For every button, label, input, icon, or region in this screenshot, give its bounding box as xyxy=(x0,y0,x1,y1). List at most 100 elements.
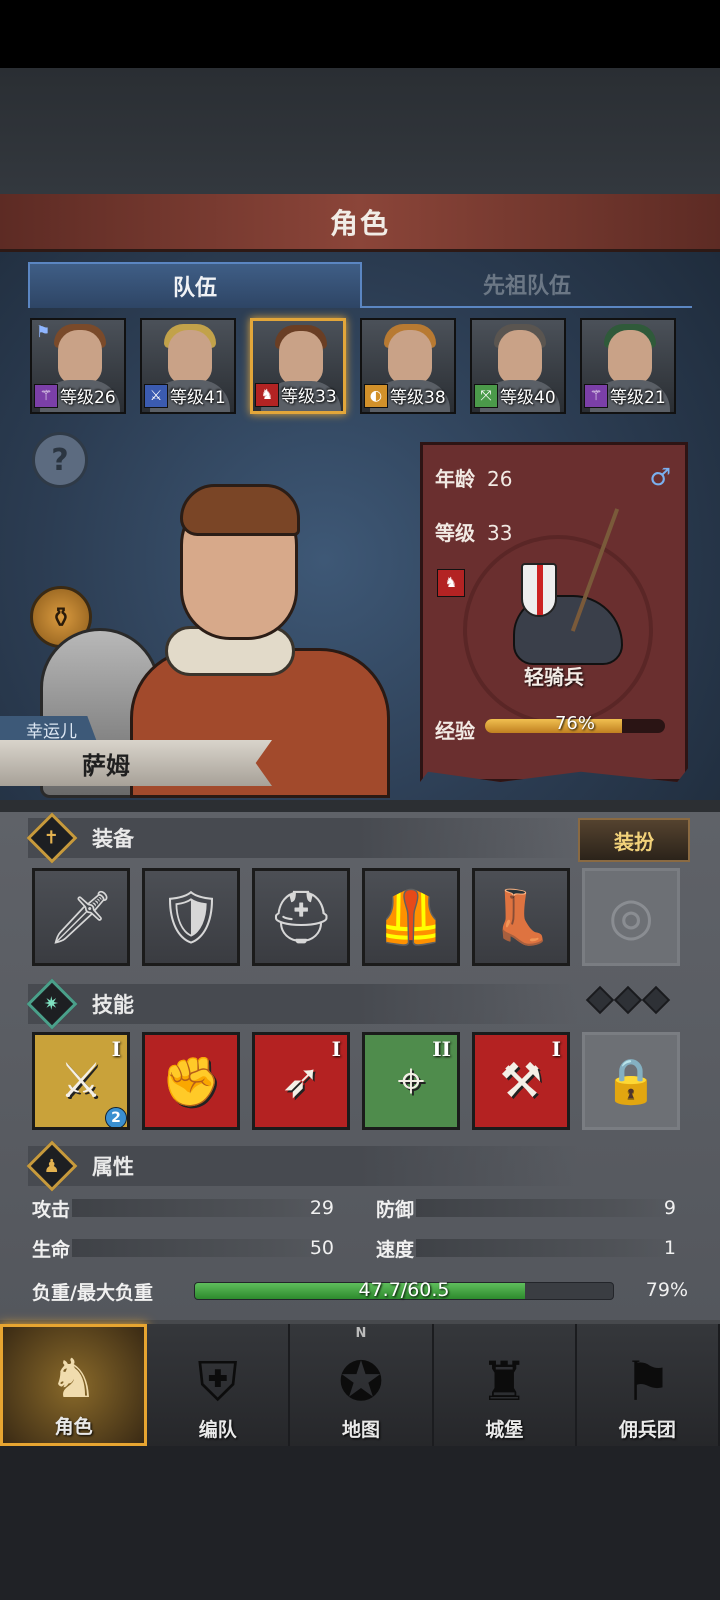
stat-bar xyxy=(416,1239,674,1257)
equip-slot-shield[interactable]: 🛡 xyxy=(142,868,240,966)
portrait-hair xyxy=(180,484,300,536)
hero-level: 等级26 xyxy=(60,388,116,408)
attack-label: 攻击 xyxy=(32,1198,71,1221)
hero-face xyxy=(168,330,212,384)
character-name-plate[interactable]: 萨姆 xyxy=(0,740,272,786)
hero-roster: ⚑ ⚚ 等级26 ⚔ 等级41 ♞ 等级33 ◐ 等级38 ⤧ 等级40 ⚚ 等… xyxy=(30,318,690,414)
skills-header: ✷ 技能 xyxy=(26,978,578,1030)
light-cavalry-figure xyxy=(493,508,623,685)
top-backdrop xyxy=(0,68,720,194)
sword-icon: 🗡 xyxy=(47,887,114,948)
equip-slot-weapon[interactable]: 🗡 xyxy=(32,868,130,966)
chest-armor-icon: 🦺 xyxy=(378,887,444,948)
mercenary-icon: ⚑ xyxy=(623,1350,672,1413)
exp-percent: 76% xyxy=(554,713,595,734)
tab-ancestor-team[interactable]: 先祖队伍 xyxy=(362,262,692,308)
boots-icon: 👢 xyxy=(488,887,554,948)
speed-value: 1 xyxy=(663,1237,676,1259)
hero-card-2[interactable]: ⚔ 等级41 xyxy=(140,318,236,414)
horse-icon: ♞ xyxy=(437,569,465,597)
leader-flag-icon: ⚑ xyxy=(36,322,51,341)
bottom-backdrop xyxy=(0,1446,720,1600)
skill-slot-locked[interactable]: 🔒 xyxy=(582,1032,680,1130)
skill-slot-3[interactable]: ➶ I xyxy=(252,1032,350,1130)
stat-bar xyxy=(72,1199,332,1217)
weight-percent: 79% xyxy=(645,1279,688,1301)
hero-card-1[interactable]: ⚑ ⚚ 等级26 xyxy=(30,318,126,414)
tab-team[interactable]: 队伍 xyxy=(28,262,362,308)
skill-slot-4[interactable]: ⌖ II xyxy=(362,1032,460,1130)
nav-mercenary[interactable]: ⚑ 佣兵团 xyxy=(576,1324,720,1446)
title-bar: 角色 xyxy=(0,194,720,252)
speed-label: 速度 xyxy=(376,1238,415,1261)
skill-slot-5[interactable]: ⚒ I xyxy=(472,1032,570,1130)
hero-face xyxy=(388,330,432,384)
shield-icon: ◐ xyxy=(364,384,388,408)
status-bar xyxy=(0,0,720,68)
exp-label: 经验 xyxy=(435,719,475,743)
level-label: 等级 xyxy=(435,521,475,545)
attribute-icon: ♟ xyxy=(26,1140,78,1192)
dress-up-button[interactable]: 装扮 xyxy=(578,818,690,862)
castle-icon: ♜ xyxy=(480,1350,529,1413)
staff-icon: ⚚ xyxy=(584,384,608,408)
hero-level: 等级33 xyxy=(281,387,337,407)
equip-slot-armor[interactable]: 🦺 xyxy=(362,868,460,966)
hero-card-3[interactable]: ♞ 等级33 xyxy=(250,318,346,414)
attack-value: 29 xyxy=(309,1197,334,1219)
stat-bar xyxy=(416,1199,674,1217)
skill-slot-1[interactable]: ⚔ I 2 xyxy=(32,1032,130,1130)
shield-figure xyxy=(521,563,557,617)
staff-icon: ⚚ xyxy=(34,384,58,408)
nav-character[interactable]: ♞ 角色 xyxy=(0,1324,148,1446)
stat-speed: 速度 1 xyxy=(376,1236,676,1261)
skill-slot-2[interactable]: ✊ xyxy=(142,1032,240,1130)
knight-icon: ♞ xyxy=(49,1347,98,1410)
hero-level: 等级21 xyxy=(610,388,666,408)
hero-face xyxy=(279,331,323,385)
skill-rank: I xyxy=(111,1037,121,1061)
health-label: 生命 xyxy=(32,1238,71,1261)
hero-card-6[interactable]: ⚚ 等级21 xyxy=(580,318,676,414)
skill-count-badge: 2 xyxy=(105,1107,127,1127)
equip-slot-helmet[interactable]: ⛑ xyxy=(252,868,350,966)
age-row: 年龄 26 xyxy=(435,463,512,492)
shield-bash-skill-icon: ✊ xyxy=(161,1053,221,1110)
skill-rank: I xyxy=(551,1037,561,1061)
nav-label: 佣兵团 xyxy=(618,1419,676,1441)
skill-points xyxy=(585,985,671,1015)
equip-slot-boots[interactable]: 👢 xyxy=(472,868,570,966)
skill-point-pip xyxy=(641,985,671,1015)
nav-label: 地图 xyxy=(342,1419,381,1441)
divider xyxy=(0,800,720,812)
hero-card-5[interactable]: ⤧ 等级40 xyxy=(470,318,566,414)
defense-value: 9 xyxy=(663,1197,676,1219)
hero-level: 等级38 xyxy=(390,388,446,408)
map-compass-icon: ✪ xyxy=(338,1350,384,1413)
stat-defense: 防御 9 xyxy=(376,1196,676,1221)
page-title: 角色 xyxy=(329,206,390,240)
stat-attack: 攻击 29 xyxy=(32,1196,334,1221)
male-icon: ♂ xyxy=(649,463,671,491)
class-name: 轻骑兵 xyxy=(524,665,584,689)
weight-label: 负重/最大负重 xyxy=(32,1282,153,1304)
cross-icon: ✝ xyxy=(26,812,78,864)
nav-map[interactable]: N ✪ 地图 xyxy=(290,1324,434,1446)
attributes-title: 属性 xyxy=(92,1155,134,1179)
hero-card-4[interactable]: ◐ 等级38 xyxy=(360,318,456,414)
nav-label: 角色 xyxy=(54,1416,93,1438)
character-info-card: 年龄 26 ♂ 等级 33 ♞ 轻骑兵 经验 76% xyxy=(420,442,688,782)
nav-formation[interactable]: ⛨ 编队 xyxy=(147,1324,291,1446)
nav-castle[interactable]: ♜ 城堡 xyxy=(433,1324,577,1446)
trait-tag: 幸运儿 xyxy=(0,716,97,742)
defense-label: 防御 xyxy=(376,1198,415,1221)
equip-slot-ring[interactable]: ◎ xyxy=(582,868,680,966)
sword-icon: ⚔ xyxy=(144,384,168,408)
hero-face xyxy=(58,330,102,384)
skill-rank: I xyxy=(331,1037,341,1061)
skill-point-pip xyxy=(613,985,643,1015)
skill-rank: II xyxy=(432,1037,451,1061)
attributes-header: ♟ 属性 xyxy=(26,1140,578,1192)
team-tabs: 队伍 先祖队伍 xyxy=(28,262,692,308)
hero-level: 等级40 xyxy=(500,388,556,408)
